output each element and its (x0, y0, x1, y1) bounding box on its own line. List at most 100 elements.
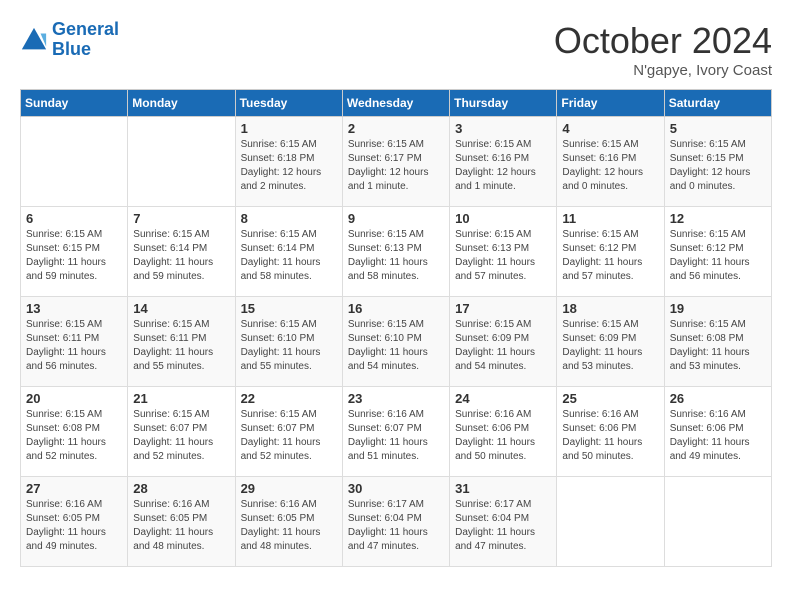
cell-info: Sunrise: 6:15 AM Sunset: 6:08 PM Dayligh… (26, 408, 122, 464)
day-number: 18 (562, 301, 658, 316)
day-number: 6 (26, 211, 122, 226)
calendar-cell: 22 Sunrise: 6:15 AM Sunset: 6:07 PM Dayli… (235, 387, 342, 477)
cell-info: Sunrise: 6:17 AM Sunset: 6:04 PM Dayligh… (455, 498, 551, 554)
logo-icon (20, 26, 48, 54)
calendar-cell: 3 Sunrise: 6:15 AM Sunset: 6:16 PM Daylig… (450, 117, 557, 207)
calendar-cell: 15Sunrise: 6:15 AM Sunset: 6:10 PM Dayli… (235, 297, 342, 387)
cell-info: Sunrise: 6:15 AM Sunset: 6:13 PM Dayligh… (455, 228, 551, 284)
day-number: 23 (348, 391, 444, 406)
cell-info: Sunrise: 6:15 AM Sunset: 6:16 PM Dayligh… (455, 138, 551, 194)
calendar-cell: 26Sunrise: 6:16 AM Sunset: 6:06 PM Dayli… (664, 387, 771, 477)
cell-info: Sunrise: 6:15 AM Sunset: 6:15 PM Dayligh… (26, 228, 122, 284)
calendar-cell: 8Sunrise: 6:15 AM Sunset: 6:14 PM Daylig… (235, 207, 342, 297)
calendar-week-row: 6 Sunrise: 6:15 AM Sunset: 6:15 PM Daylig… (21, 207, 772, 297)
calendar-week-row: 27Sunrise: 6:16 AM Sunset: 6:05 PM Dayli… (21, 477, 772, 567)
calendar-cell: 11Sunrise: 6:15 AM Sunset: 6:12 PM Dayli… (557, 207, 664, 297)
month-title: October 2024 (554, 20, 772, 62)
day-number: 19 (670, 301, 766, 316)
header-row: SundayMondayTuesdayWednesdayThursdayFrid… (21, 90, 772, 117)
cell-info: Sunrise: 6:16 AM Sunset: 6:06 PM Dayligh… (562, 408, 658, 464)
cell-info: Sunrise: 6:15 AM Sunset: 6:13 PM Dayligh… (348, 228, 444, 284)
day-number: 20 (26, 391, 122, 406)
calendar-cell: 29 Sunrise: 6:16 AM Sunset: 6:05 PM Dayli… (235, 477, 342, 567)
day-number: 17 (455, 301, 551, 316)
day-number: 16 (348, 301, 444, 316)
cell-info: Sunrise: 6:15 AM Sunset: 6:08 PM Dayligh… (670, 318, 766, 374)
day-number: 15 (241, 301, 337, 316)
cell-info: Sunrise: 6:15 AM Sunset: 6:14 PM Dayligh… (133, 228, 229, 284)
calendar-cell: 16Sunrise: 6:15 AM Sunset: 6:10 PM Dayli… (342, 297, 449, 387)
calendar-cell: 18Sunrise: 6:15 AM Sunset: 6:09 PM Dayli… (557, 297, 664, 387)
calendar-cell: 6 Sunrise: 6:15 AM Sunset: 6:15 PM Daylig… (21, 207, 128, 297)
calendar-cell: 24Sunrise: 6:16 AM Sunset: 6:06 PM Dayli… (450, 387, 557, 477)
calendar-cell (664, 477, 771, 567)
calendar-cell: 1 Sunrise: 6:15 AM Sunset: 6:18 PM Daylig… (235, 117, 342, 207)
cell-info: Sunrise: 6:15 AM Sunset: 6:12 PM Dayligh… (670, 228, 766, 284)
cell-info: Sunrise: 6:15 AM Sunset: 6:09 PM Dayligh… (455, 318, 551, 374)
calendar-cell: 19 Sunrise: 6:15 AM Sunset: 6:08 PM Dayli… (664, 297, 771, 387)
cell-info: Sunrise: 6:17 AM Sunset: 6:04 PM Dayligh… (348, 498, 444, 554)
day-number: 1 (241, 121, 337, 136)
day-number: 30 (348, 481, 444, 496)
day-number: 3 (455, 121, 551, 136)
calendar-cell: 21Sunrise: 6:15 AM Sunset: 6:07 PM Dayli… (128, 387, 235, 477)
header-day: Saturday (664, 90, 771, 117)
day-number: 4 (562, 121, 658, 136)
day-number: 14 (133, 301, 229, 316)
calendar-table: SundayMondayTuesdayWednesdayThursdayFrid… (20, 89, 772, 567)
calendar-cell: 12 Sunrise: 6:15 AM Sunset: 6:12 PM Dayli… (664, 207, 771, 297)
day-number: 31 (455, 481, 551, 496)
calendar-week-row: 20 Sunrise: 6:15 AM Sunset: 6:08 PM Dayli… (21, 387, 772, 477)
day-number: 11 (562, 211, 658, 226)
header-day: Friday (557, 90, 664, 117)
day-number: 5 (670, 121, 766, 136)
logo-general: General (52, 19, 119, 39)
logo-text: General Blue (52, 20, 119, 60)
calendar-cell (128, 117, 235, 207)
day-number: 25 (562, 391, 658, 406)
day-number: 29 (241, 481, 337, 496)
header-day: Thursday (450, 90, 557, 117)
day-number: 26 (670, 391, 766, 406)
day-number: 28 (133, 481, 229, 496)
header-day: Monday (128, 90, 235, 117)
calendar-cell: 23 Sunrise: 6:16 AM Sunset: 6:07 PM Dayli… (342, 387, 449, 477)
day-number: 7 (133, 211, 229, 226)
cell-info: Sunrise: 6:15 AM Sunset: 6:16 PM Dayligh… (562, 138, 658, 194)
calendar-cell: 5 Sunrise: 6:15 AM Sunset: 6:15 PM Daylig… (664, 117, 771, 207)
cell-info: Sunrise: 6:15 AM Sunset: 6:07 PM Dayligh… (241, 408, 337, 464)
cell-info: Sunrise: 6:16 AM Sunset: 6:05 PM Dayligh… (241, 498, 337, 554)
day-number: 12 (670, 211, 766, 226)
cell-info: Sunrise: 6:16 AM Sunset: 6:05 PM Dayligh… (133, 498, 229, 554)
logo: General Blue (20, 20, 119, 60)
day-number: 22 (241, 391, 337, 406)
location: N'gapye, Ivory Coast (554, 62, 772, 79)
calendar-cell: 4 Sunrise: 6:15 AM Sunset: 6:16 PM Daylig… (557, 117, 664, 207)
calendar-cell: 17 Sunrise: 6:15 AM Sunset: 6:09 PM Dayli… (450, 297, 557, 387)
header-day: Wednesday (342, 90, 449, 117)
cell-info: Sunrise: 6:15 AM Sunset: 6:11 PM Dayligh… (26, 318, 122, 374)
calendar-cell (557, 477, 664, 567)
calendar-cell: 7 Sunrise: 6:15 AM Sunset: 6:14 PM Daylig… (128, 207, 235, 297)
day-number: 2 (348, 121, 444, 136)
cell-info: Sunrise: 6:15 AM Sunset: 6:15 PM Dayligh… (670, 138, 766, 194)
calendar-cell: 30 Sunrise: 6:17 AM Sunset: 6:04 PM Dayli… (342, 477, 449, 567)
day-number: 8 (241, 211, 337, 226)
calendar-week-row: 13Sunrise: 6:15 AM Sunset: 6:11 PM Dayli… (21, 297, 772, 387)
cell-info: Sunrise: 6:15 AM Sunset: 6:11 PM Dayligh… (133, 318, 229, 374)
title-block: October 2024 N'gapye, Ivory Coast (554, 20, 772, 79)
page-header: General Blue October 2024 N'gapye, Ivory… (20, 20, 772, 79)
calendar-cell: 25 Sunrise: 6:16 AM Sunset: 6:06 PM Dayli… (557, 387, 664, 477)
logo-blue: Blue (52, 40, 119, 60)
calendar-cell: 9Sunrise: 6:15 AM Sunset: 6:13 PM Daylig… (342, 207, 449, 297)
calendar-cell: 10 Sunrise: 6:15 AM Sunset: 6:13 PM Dayli… (450, 207, 557, 297)
cell-info: Sunrise: 6:15 AM Sunset: 6:17 PM Dayligh… (348, 138, 444, 194)
header-day: Sunday (21, 90, 128, 117)
calendar-week-row: 1 Sunrise: 6:15 AM Sunset: 6:18 PM Daylig… (21, 117, 772, 207)
cell-info: Sunrise: 6:16 AM Sunset: 6:07 PM Dayligh… (348, 408, 444, 464)
cell-info: Sunrise: 6:16 AM Sunset: 6:05 PM Dayligh… (26, 498, 122, 554)
calendar-cell: 31 Sunrise: 6:17 AM Sunset: 6:04 PM Dayli… (450, 477, 557, 567)
day-number: 10 (455, 211, 551, 226)
header-day: Tuesday (235, 90, 342, 117)
cell-info: Sunrise: 6:15 AM Sunset: 6:18 PM Dayligh… (241, 138, 337, 194)
